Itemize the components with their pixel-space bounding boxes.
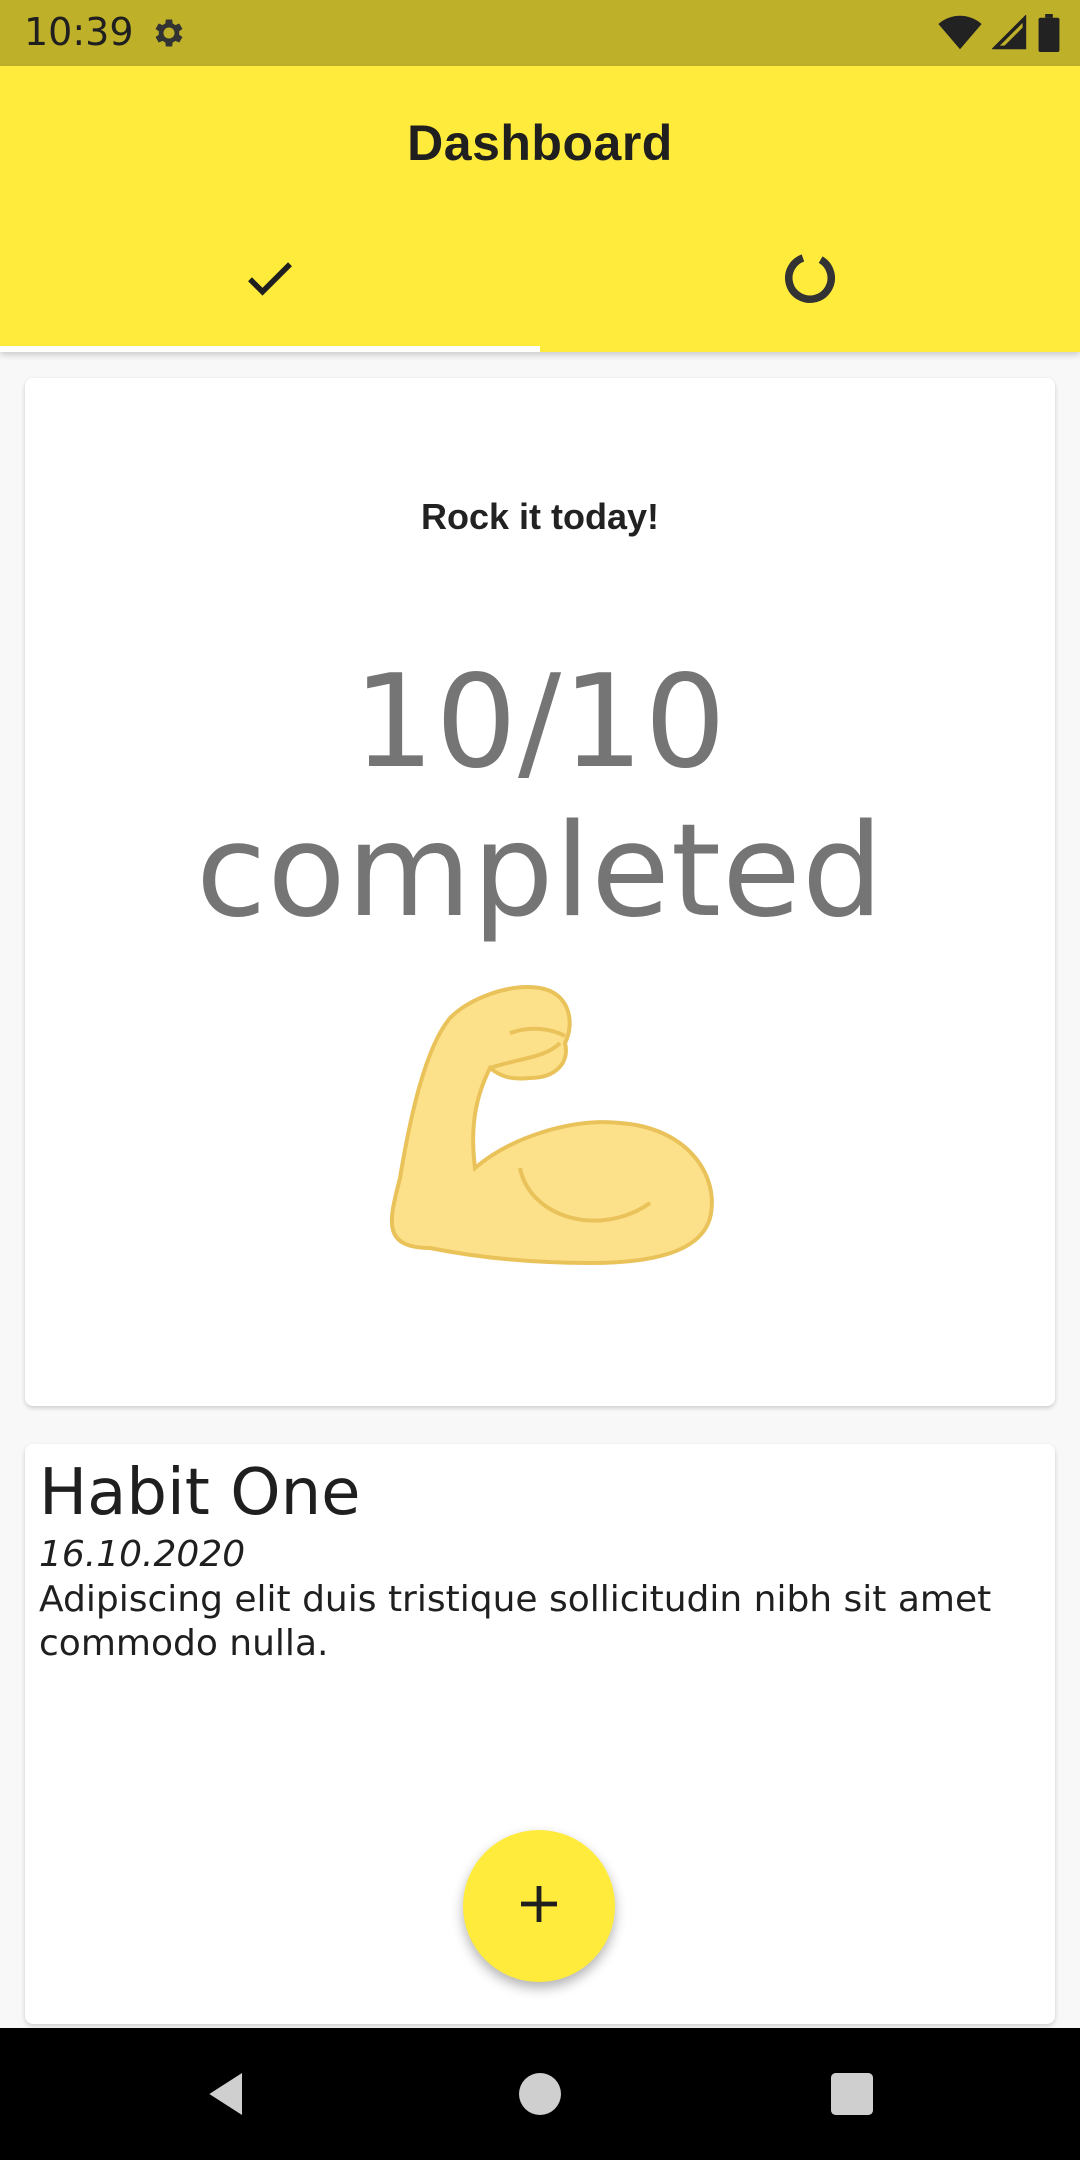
settings-icon bbox=[150, 14, 188, 52]
battery-icon bbox=[1038, 14, 1060, 57]
app-bar: Dashboard bbox=[0, 66, 1080, 352]
tab-completed[interactable] bbox=[0, 226, 540, 334]
tab-indicator bbox=[0, 346, 540, 352]
back-icon[interactable] bbox=[200, 2066, 256, 2122]
summary-title: Rock it today! bbox=[420, 496, 660, 537]
add-habit-button[interactable] bbox=[463, 1830, 615, 1982]
tab-progress[interactable] bbox=[540, 226, 1080, 334]
progress-ring-icon bbox=[780, 248, 840, 313]
completed-count: 10/10 completed bbox=[195, 648, 885, 946]
plus-icon bbox=[515, 1880, 563, 1933]
wifi-icon bbox=[938, 15, 982, 56]
page-title: Dashboard bbox=[407, 115, 673, 171]
status-icons bbox=[938, 14, 1060, 57]
flexed-biceps-icon bbox=[370, 918, 750, 1298]
habit-title: Habit One bbox=[39, 1456, 361, 1530]
signal-icon bbox=[991, 14, 1028, 56]
habit-date: 16.10.2020 bbox=[39, 1534, 246, 1575]
home-icon[interactable] bbox=[512, 2066, 568, 2122]
status-bar: 10:39 bbox=[0, 0, 1080, 66]
check-icon bbox=[240, 248, 300, 313]
status-time: 10:39 bbox=[24, 10, 134, 54]
summary-card: Rock it today! 10/10 completed bbox=[25, 378, 1055, 1406]
system-nav-bar bbox=[0, 2028, 1080, 2160]
habit-description: Adipiscing elit duis tristique sollicitu… bbox=[39, 1579, 992, 1664]
recents-icon[interactable] bbox=[824, 2066, 880, 2122]
